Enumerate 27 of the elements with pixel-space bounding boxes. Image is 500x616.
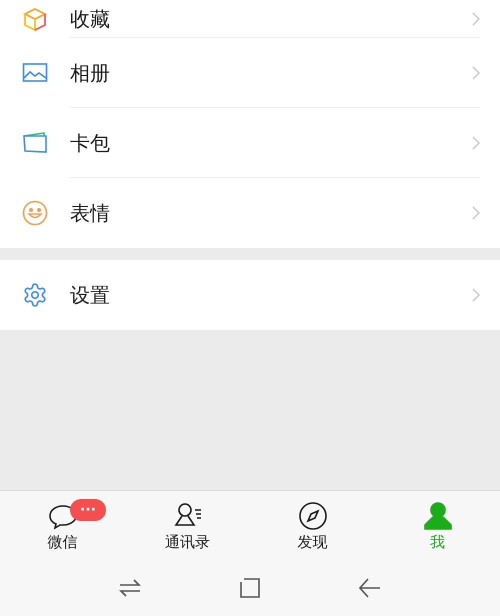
menu-label: 设置 xyxy=(70,282,110,309)
switch-arrows-icon[interactable] xyxy=(119,579,142,597)
chevron-right-icon xyxy=(472,288,480,302)
menu-item[interactable]: 相册 xyxy=(0,38,500,108)
person-icon xyxy=(422,500,452,530)
tab[interactable]: 发现 xyxy=(250,491,375,560)
menu-label: 卡包 xyxy=(70,130,110,156)
chevron-right-icon xyxy=(472,136,480,150)
menu-label: 相册 xyxy=(70,60,110,86)
menu-item[interactable]: 表情 xyxy=(0,178,500,248)
chevron-right-icon xyxy=(472,206,480,220)
compass-icon xyxy=(298,500,328,530)
chevron-right-icon xyxy=(472,12,480,26)
menu-item[interactable]: 设置 xyxy=(0,260,500,330)
smiley-icon xyxy=(22,200,48,226)
menu-label: 收藏 xyxy=(70,6,110,32)
menu-item[interactable]: 收藏 xyxy=(0,0,500,38)
cube-icon xyxy=(22,6,48,32)
unread-badge: ··· xyxy=(70,499,106,521)
settings-icon xyxy=(22,282,48,308)
menu-label: 表情 xyxy=(70,200,110,227)
tab[interactable]: 通讯录 xyxy=(125,491,250,560)
menu-item[interactable]: 卡包 xyxy=(0,108,500,178)
back-arrow-icon[interactable] xyxy=(358,578,381,598)
wallet-icon xyxy=(22,130,48,156)
chevron-right-icon xyxy=(472,66,480,80)
tab[interactable]: 微信 ··· xyxy=(0,491,125,560)
